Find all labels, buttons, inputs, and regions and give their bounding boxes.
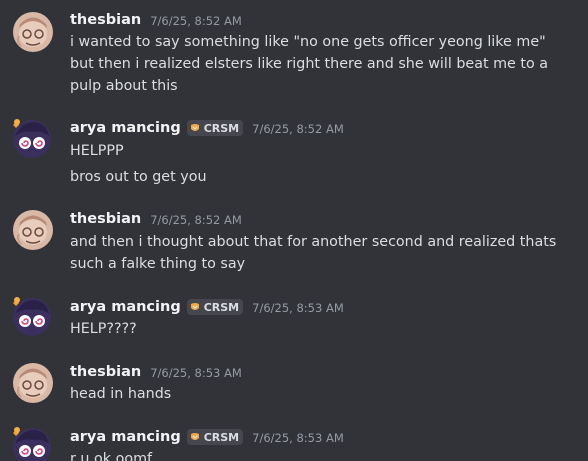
avatar-arya-icon[interactable] xyxy=(13,119,53,160)
guild-tag-label: CRSM xyxy=(203,300,240,314)
message-text: r u ok oomf xyxy=(70,451,153,461)
username[interactable]: arya mancing xyxy=(70,429,181,445)
username[interactable]: arya mancing xyxy=(70,120,181,136)
avatar-arya-icon[interactable] xyxy=(13,297,53,338)
guild-tag-icon xyxy=(190,303,199,310)
guild-tag-label: CRSM xyxy=(203,430,240,444)
message-text: i wanted to say something like "no one g… xyxy=(70,34,553,94)
message-text: head in hands xyxy=(70,386,172,402)
avatar-thesbian-icon[interactable] xyxy=(13,363,53,403)
message-header: arya mancing CRSM 7/6/25, 8:53 AM xyxy=(70,427,344,447)
message-header: thesbian 7/6/25, 8:52 AM xyxy=(70,10,242,30)
username[interactable]: thesbian xyxy=(70,211,141,227)
timestamp[interactable]: 7/6/25, 8:52 AM xyxy=(150,213,242,227)
guild-tag-badge[interactable]: CRSM xyxy=(186,120,244,136)
message-text: and then i thought about that for anothe… xyxy=(70,234,561,272)
avatar-thesbian-icon[interactable] xyxy=(13,210,53,250)
timestamp[interactable]: 7/6/25, 8:53 AM xyxy=(150,366,242,380)
avatar-thesbian-icon[interactable] xyxy=(13,12,53,52)
message-header: thesbian 7/6/25, 8:53 AM xyxy=(70,362,242,382)
message-header: arya mancing CRSM 7/6/25, 8:53 AM xyxy=(70,297,344,317)
timestamp[interactable]: 7/6/25, 8:53 AM xyxy=(252,431,344,445)
avatar-arya-icon[interactable] xyxy=(13,427,53,461)
message-header: arya mancing CRSM 7/6/25, 8:52 AM xyxy=(70,118,344,138)
message-text: HELPPP xyxy=(70,143,124,159)
message-text: bros out to get you xyxy=(70,169,207,185)
username[interactable]: thesbian xyxy=(70,364,141,380)
message-header: thesbian 7/6/25, 8:52 AM xyxy=(70,209,242,229)
chat-messages: thesbian 7/6/25, 8:52 AM i wanted to say… xyxy=(0,0,588,461)
timestamp[interactable]: 7/6/25, 8:52 AM xyxy=(252,122,344,136)
timestamp[interactable]: 7/6/25, 8:52 AM xyxy=(150,14,242,28)
message-text: HELP???? xyxy=(70,321,137,337)
guild-tag-badge[interactable]: CRSM xyxy=(186,429,244,445)
username[interactable]: arya mancing xyxy=(70,299,181,315)
guild-tag-badge[interactable]: CRSM xyxy=(186,299,244,315)
guild-tag-label: CRSM xyxy=(203,121,240,135)
timestamp[interactable]: 7/6/25, 8:53 AM xyxy=(252,301,344,315)
guild-tag-icon xyxy=(190,433,199,440)
username[interactable]: thesbian xyxy=(70,12,141,28)
guild-tag-icon xyxy=(190,124,199,131)
